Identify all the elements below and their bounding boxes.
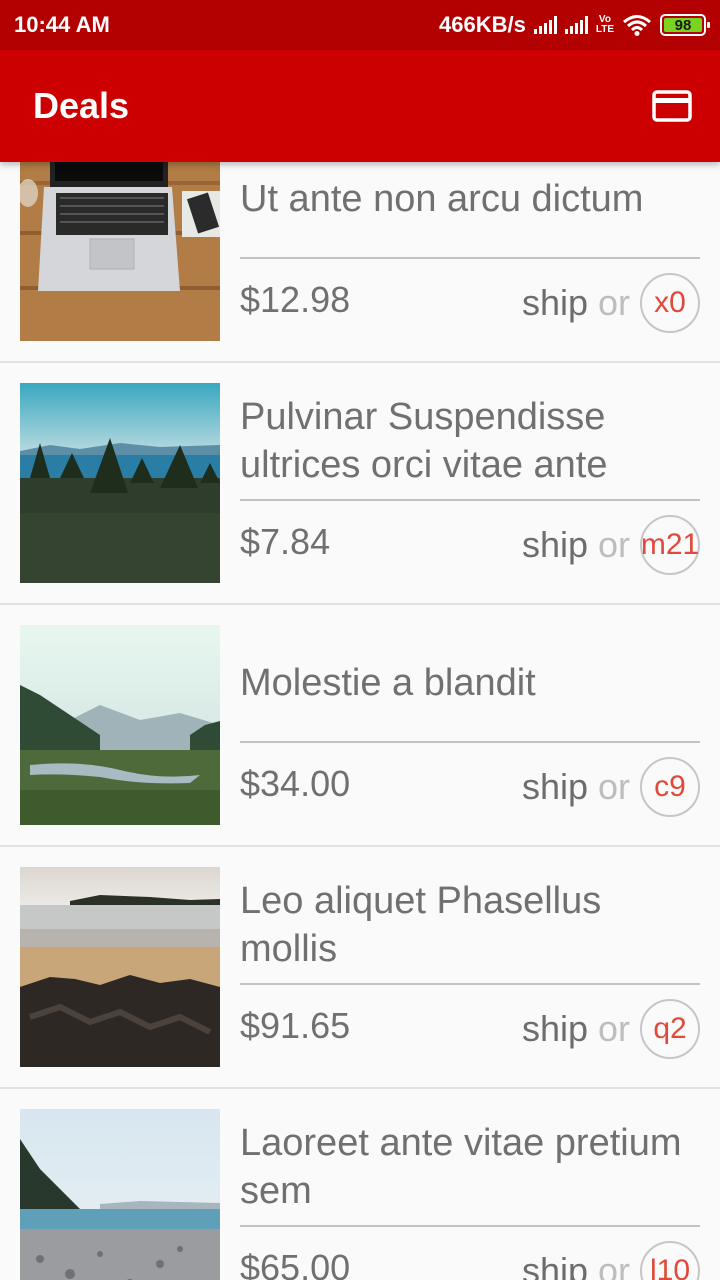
volte-icon: Vo LTE: [595, 14, 614, 35]
deal-row[interactable]: Pulvinar Suspendisse ultrices orci vitae…: [0, 363, 720, 605]
deal-code: m21: [640, 528, 700, 561]
deal-price: $91.65: [240, 1005, 351, 1046]
status-time: 10:44 AM: [14, 12, 110, 37]
deal-title: Ut ante non arcu dictum: [240, 178, 644, 220]
status-bar: 10:44 AM 466KB/s Vo LTE 98: [0, 0, 720, 50]
app-bar: Deals: [0, 50, 720, 162]
or-label: or: [597, 1008, 630, 1049]
deal-price: $12.98: [240, 279, 351, 320]
signal-icon-2: [564, 16, 588, 34]
deal-code: l10: [649, 1254, 691, 1280]
deals-list[interactable]: Ut ante non arcu dictum $12.98 ship or x…: [0, 162, 720, 1280]
network-speed: 466KB/s: [439, 12, 526, 37]
ship-label[interactable]: ship: [522, 524, 588, 566]
deal-code-button[interactable]: m21: [640, 515, 700, 575]
deal-title: Leo aliquet Phasellus mollis: [240, 880, 602, 970]
ship-label[interactable]: ship: [522, 1008, 588, 1050]
deal-code: x0: [654, 286, 686, 319]
deal-image-forest: [20, 383, 220, 583]
deal-code: q2: [653, 1012, 687, 1045]
deal-image-laptop: [20, 162, 220, 341]
deal-row[interactable]: Ut ante non arcu dictum $12.98 ship or x…: [0, 162, 720, 363]
deal-code-button[interactable]: x0: [640, 273, 700, 333]
deal-title: Molestie a blandit: [240, 662, 536, 704]
divider: [240, 499, 700, 501]
battery-icon: 98: [660, 14, 710, 36]
deal-image-valley: [20, 625, 220, 825]
ship-label[interactable]: ship: [522, 282, 588, 324]
signal-icon: [533, 16, 557, 34]
deal-price: $7.84: [240, 521, 331, 562]
or-label: or: [597, 1250, 630, 1280]
deal-code-button[interactable]: c9: [640, 757, 700, 817]
deal-image-beach: [20, 867, 220, 1067]
divider: [240, 257, 700, 259]
deal-row[interactable]: Laoreet ante vitae pretium sem $65.00 sh…: [0, 1089, 720, 1280]
divider: [240, 1225, 700, 1227]
page-title: Deals: [33, 85, 130, 126]
or-label: or: [597, 524, 630, 565]
divider: [240, 741, 700, 743]
deal-title: Laoreet ante vitae pretium sem: [240, 1122, 682, 1212]
ship-label[interactable]: ship: [522, 766, 588, 808]
status-icons: 466KB/s Vo LTE 98: [439, 12, 710, 38]
deal-price: $34.00: [240, 763, 351, 804]
deal-code: c9: [654, 770, 686, 803]
deal-row[interactable]: Molestie a blandit $34.00 ship or c9: [0, 605, 720, 847]
battery-level: 98: [674, 16, 692, 34]
or-label: or: [597, 282, 630, 323]
divider: [240, 983, 700, 985]
deal-code-button[interactable]: q2: [640, 999, 700, 1059]
or-label: or: [597, 766, 630, 807]
deal-row[interactable]: Leo aliquet Phasellus mollis $91.65 ship…: [0, 847, 720, 1089]
ship-label[interactable]: ship: [522, 1250, 588, 1280]
deal-code-button[interactable]: l10: [640, 1241, 700, 1280]
deal-image-shore: [20, 1109, 220, 1280]
deal-price: $65.00: [240, 1247, 351, 1280]
credit-card-icon[interactable]: [652, 90, 692, 122]
deal-title: Pulvinar Suspendisse ultrices orci vitae…: [240, 396, 608, 486]
wifi-icon: [623, 15, 651, 36]
